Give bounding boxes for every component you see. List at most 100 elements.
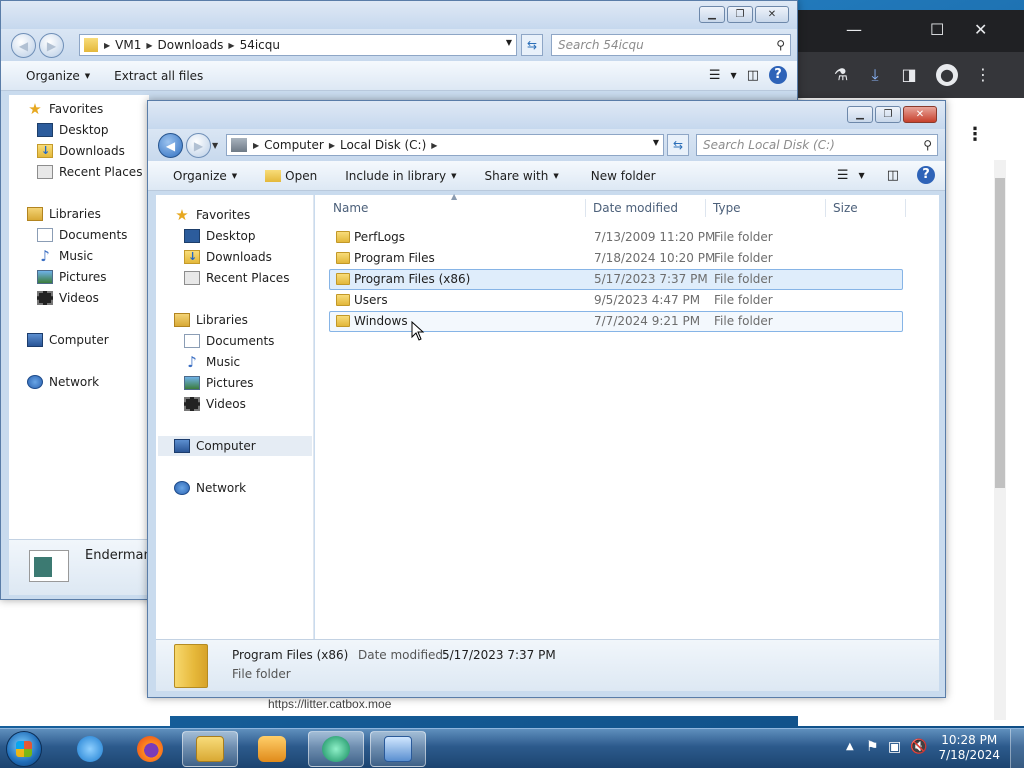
breadcrumb-vm1[interactable]: VM1 [115,38,141,52]
organize-button[interactable]: Organize ▼ [17,69,99,83]
chevron-down-icon[interactable]: ▼ [859,171,865,180]
back-button[interactable]: ◀ [158,133,183,158]
show-desktop-button[interactable] [1010,729,1024,768]
taskbar-control-panel[interactable] [370,731,426,767]
page-menu-icon[interactable]: ⋮ [966,124,984,145]
include-in-library-button[interactable]: Include in library ▼ [336,169,465,183]
column-separator[interactable] [905,199,906,217]
close-button[interactable]: ✕ [755,6,789,23]
chevron-right-icon[interactable]: ▶ [146,41,152,50]
breadcrumb-computer[interactable]: Computer [264,138,324,152]
show-hidden-icons-icon[interactable]: ▲ [846,741,854,752]
column-separator[interactable] [585,199,586,217]
file-row[interactable]: Users 9/5/2023 4:47 PM File folder [329,290,903,311]
nav-recent-places[interactable]: Recent Places [37,162,142,182]
nav-documents[interactable]: Documents [37,225,127,245]
chevron-right-icon[interactable]: ▶ [253,141,259,150]
nav-music[interactable]: ♪ Music [184,352,240,372]
download-icon[interactable]: ⤓ [864,64,886,86]
sidepanel-icon[interactable]: ◨ [898,64,920,86]
back-button[interactable]: ◀ [11,33,36,58]
nav-videos[interactable]: Videos [184,394,246,414]
chevron-right-icon[interactable]: ▶ [431,141,437,150]
preview-pane-icon[interactable]: ◫ [887,168,899,183]
view-list-icon[interactable]: ☰ [709,68,721,83]
maximize-button[interactable]: ❐ [875,106,901,123]
close-icon[interactable]: ✕ [974,20,987,39]
search-input[interactable]: Search Local Disk (C:) ⚲ [696,134,938,156]
taskbar-media-player[interactable] [244,731,300,767]
minimize-button[interactable]: ▁ [847,106,873,123]
extract-all-button[interactable]: Extract all files [105,69,212,83]
share-with-button[interactable]: Share with ▼ [475,169,567,183]
new-folder-button[interactable]: New folder [582,169,665,183]
help-icon[interactable]: ? [769,66,787,84]
nav-pictures[interactable]: Pictures [37,267,107,287]
chevron-right-icon[interactable]: ▶ [329,141,335,150]
nav-favorites[interactable]: ★ Favorites [174,205,250,225]
open-button[interactable]: Open [256,169,326,183]
minimize-button[interactable]: ▁ [699,6,725,23]
nav-computer[interactable]: Computer [27,330,109,350]
breadcrumb-54icqu[interactable]: 54icqu [240,38,280,52]
nav-pictures[interactable]: Pictures [184,373,254,393]
chevron-down-icon[interactable]: ▼ [731,71,737,80]
labs-icon[interactable]: ⚗ [830,64,852,86]
column-separator[interactable] [825,199,826,217]
taskbar-app[interactable] [308,731,364,767]
scrollbar-thumb[interactable] [995,178,1005,488]
chevron-right-icon[interactable]: ▶ [228,41,234,50]
browser-scrollbar[interactable] [994,160,1006,720]
nav-videos[interactable]: Videos [37,288,99,308]
refresh-button[interactable]: ⇆ [521,34,543,56]
search-icon[interactable]: ⚲ [776,35,785,55]
action-center-flag-icon[interactable]: ⚑ [866,739,879,755]
nav-network[interactable]: Network [27,372,99,392]
nav-desktop[interactable]: Desktop [37,120,109,140]
explorer-window-local-disk[interactable]: ▁ ❐ ✕ ◀ ▶ ▼ ▶ Computer ▶ Local Disk (C:)… [147,100,946,698]
preview-pane-icon[interactable]: ◫ [747,68,759,83]
menu-icon[interactable]: ⋮ [972,64,994,86]
address-bar[interactable]: ▶ Computer ▶ Local Disk (C:) ▶ ▼ [226,134,664,156]
help-icon[interactable]: ? [917,166,935,184]
profile-icon[interactable]: ● [936,64,958,86]
volume-muted-icon[interactable]: 🔇 [910,739,927,755]
column-header-date[interactable]: Date modified [593,195,678,221]
chevron-right-icon[interactable]: ▶ [104,41,110,50]
column-header-size[interactable]: Size [833,195,858,221]
nav-favorites[interactable]: ★ Favorites [27,99,103,119]
taskbar-explorer[interactable] [182,731,238,767]
view-list-icon[interactable]: ☰ [837,168,849,183]
clock[interactable]: 10:28 PM 7/18/2024 [938,733,1000,763]
breadcrumb-downloads[interactable]: Downloads [158,38,224,52]
taskbar-firefox[interactable] [122,731,178,767]
network-tray-icon[interactable]: ▣ [888,739,901,755]
nav-libraries[interactable]: Libraries [27,204,101,224]
nav-computer[interactable]: Computer [158,436,312,456]
file-row[interactable]: PerfLogs 7/13/2009 11:20 PM File folder [329,227,903,248]
nav-recent-places[interactable]: Recent Places [184,268,289,288]
refresh-button[interactable]: ⇆ [667,134,689,156]
start-button[interactable] [6,731,42,767]
taskbar-ie[interactable] [62,731,118,767]
nav-desktop[interactable]: Desktop [184,226,256,246]
file-row-selected[interactable]: Program Files (x86) 5/17/2023 7:37 PM Fi… [329,269,903,290]
forward-button[interactable]: ▶ [39,33,64,58]
nav-music[interactable]: ♪ Music [37,246,93,266]
minimize-icon[interactable]: — [846,20,862,39]
maximize-icon[interactable]: ☐ [930,20,944,39]
nav-documents[interactable]: Documents [184,331,274,351]
breadcrumb-local-disk[interactable]: Local Disk (C:) [340,138,426,152]
search-input[interactable]: Search 54icqu ⚲ [551,34,791,56]
nav-network[interactable]: Network [174,478,246,498]
address-bar[interactable]: ▶ VM1 ▶ Downloads ▶ 54icqu ▼ [79,34,517,56]
organize-button[interactable]: Organize ▼ [164,169,246,183]
column-header-type[interactable]: Type [713,195,741,221]
nav-libraries[interactable]: Libraries [174,310,248,330]
chevron-down-icon[interactable]: ▼ [506,38,512,47]
forward-button[interactable]: ▶ [186,133,211,158]
nav-downloads[interactable]: Downloads [37,141,125,161]
chevron-down-icon[interactable]: ▼ [653,138,659,147]
nav-downloads[interactable]: Downloads [184,247,272,267]
recent-pages-dropdown[interactable]: ▼ [212,141,218,150]
